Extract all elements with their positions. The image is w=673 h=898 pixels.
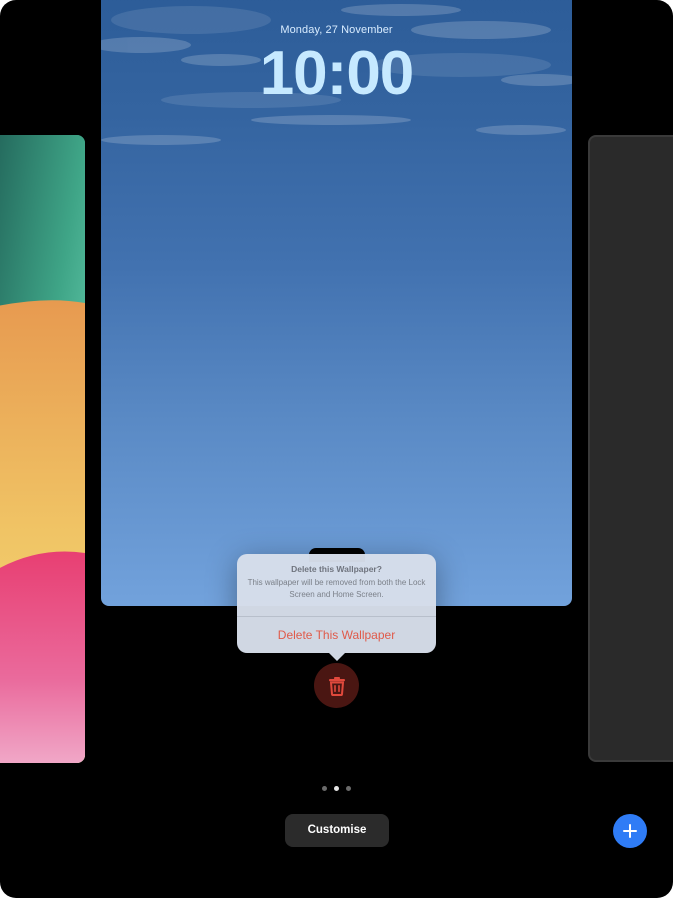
popover-message: This wallpaper will be removed from both… [247,578,426,599]
popover-title: Delete this Wallpaper? [291,564,382,574]
page-dot-1 [322,786,327,791]
wallpaper-previous-art [0,135,85,763]
popover-arrow [329,653,345,661]
page-dot-2 [334,786,339,791]
plus-icon [623,824,637,838]
delete-wallpaper-popover: Delete this Wallpaper? This wallpaper wi… [237,554,436,661]
delete-wallpaper-button[interactable] [314,663,359,708]
lock-screen-time: 10:00 [259,39,415,108]
trash-icon [328,676,345,696]
page-dot-3 [346,786,351,791]
lock-screen-date: Monday, 27 November [280,24,393,36]
delete-this-wallpaper-button[interactable]: Delete This Wallpaper [237,617,436,653]
wallpaper-card-next[interactable] [588,135,673,762]
wallpaper-card-current[interactable]: Monday, 27 November 10:00 [101,0,572,606]
wallpaper-card-previous[interactable] [0,135,85,763]
page-indicator[interactable] [320,785,354,793]
wallpaper-gallery-screen: Monday, 27 November 10:00 Delete this Wa… [0,0,673,898]
add-wallpaper-button[interactable] [613,814,647,848]
customise-button[interactable]: Customise [285,814,389,847]
